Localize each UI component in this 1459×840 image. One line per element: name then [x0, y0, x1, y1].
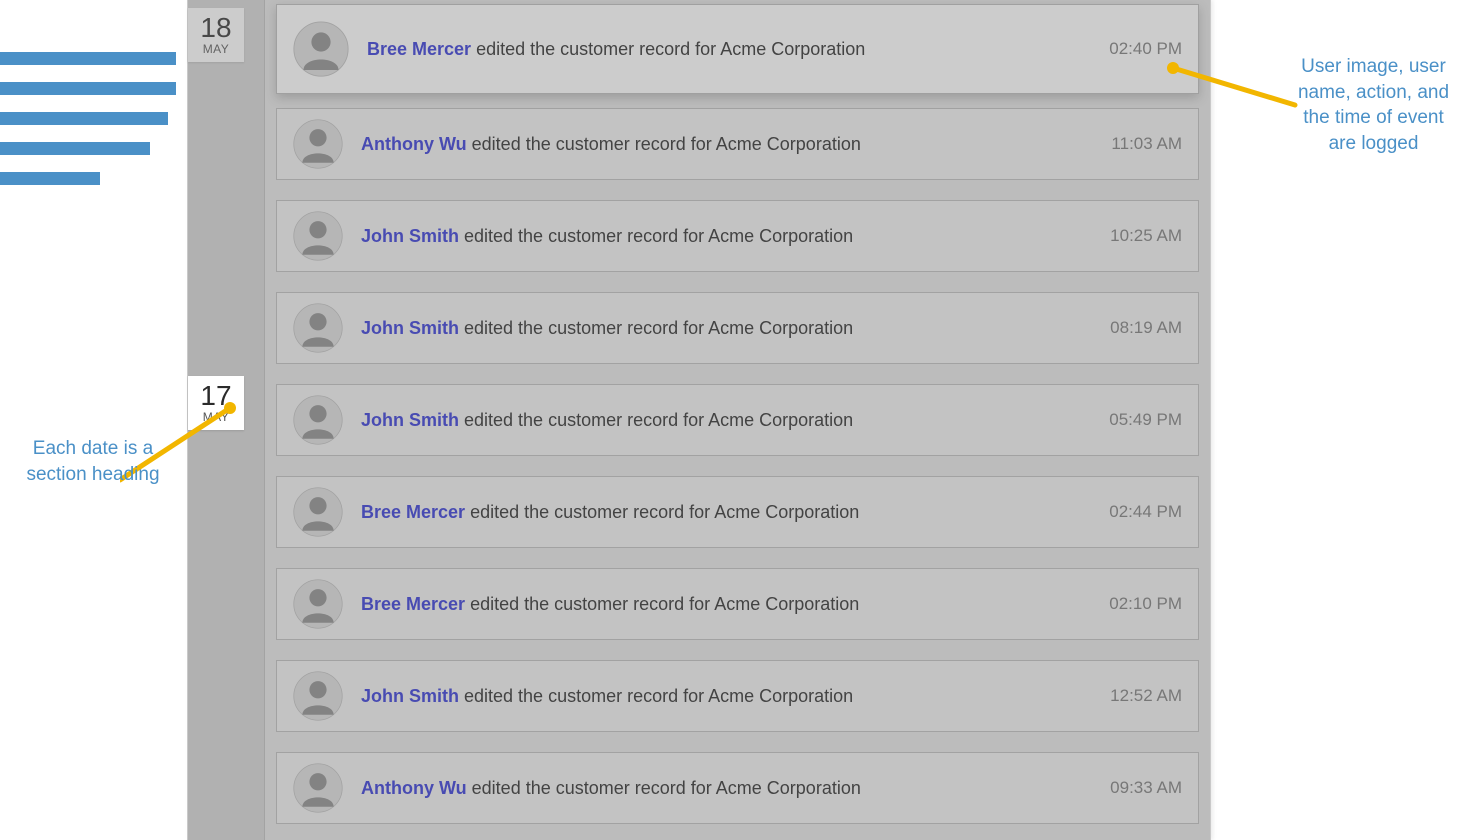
- activity-action: edited the customer record for Acme Corp…: [459, 318, 853, 338]
- activity-message: John Smith edited the customer record fo…: [361, 318, 1098, 339]
- activity-feed: Bree Mercer edited the customer record f…: [265, 0, 1210, 840]
- activity-message: Bree Mercer edited the customer record f…: [367, 39, 1097, 60]
- activity-message: Bree Mercer edited the customer record f…: [361, 594, 1097, 615]
- activity-message: John Smith edited the customer record fo…: [361, 686, 1098, 707]
- user-name-link[interactable]: Bree Mercer: [361, 502, 465, 522]
- activity-time: 08:19 AM: [1110, 318, 1182, 338]
- activity-action: edited the customer record for Acme Corp…: [467, 778, 861, 798]
- activity-action: edited the customer record for Acme Corp…: [459, 410, 853, 430]
- user-name-link[interactable]: John Smith: [361, 410, 459, 430]
- activity-action: edited the customer record for Acme Corp…: [471, 39, 865, 59]
- activity-time: 09:33 AM: [1110, 778, 1182, 798]
- annotation-entry-fields: User image, user name, action, and the t…: [1296, 54, 1451, 157]
- date-day: 18: [188, 8, 244, 42]
- user-name-link[interactable]: Bree Mercer: [361, 594, 465, 614]
- activity-time: 11:03 AM: [1111, 134, 1182, 154]
- avatar: [293, 119, 343, 169]
- activity-time: 02:40 PM: [1109, 39, 1182, 59]
- avatar: [293, 211, 343, 261]
- activity-action: edited the customer record for Acme Corp…: [467, 134, 861, 154]
- activity-entry[interactable]: Bree Mercer edited the customer record f…: [276, 4, 1199, 94]
- activity-time: 12:52 AM: [1110, 686, 1182, 706]
- avatar: [293, 579, 343, 629]
- date-heading: 17MAY: [188, 376, 244, 430]
- avatar: [293, 395, 343, 445]
- activity-time: 02:44 PM: [1109, 502, 1182, 522]
- activity-time: 02:10 PM: [1109, 594, 1182, 614]
- activity-action: edited the customer record for Acme Corp…: [465, 502, 859, 522]
- avatar: [293, 303, 343, 353]
- activity-message: Anthony Wu edited the customer record fo…: [361, 134, 1099, 155]
- avatar: [293, 21, 349, 77]
- user-name-link[interactable]: John Smith: [361, 226, 459, 246]
- decorative-left-bars: [0, 52, 176, 202]
- activity-time: 10:25 AM: [1110, 226, 1182, 246]
- activity-action: edited the customer record for Acme Corp…: [459, 226, 853, 246]
- avatar: [293, 671, 343, 721]
- date-heading: 18MAY: [188, 8, 244, 62]
- activity-message: Bree Mercer edited the customer record f…: [361, 502, 1097, 523]
- activity-action: edited the customer record for Acme Corp…: [459, 686, 853, 706]
- user-name-link[interactable]: Bree Mercer: [367, 39, 471, 59]
- avatar: [293, 763, 343, 813]
- activity-entry[interactable]: Bree Mercer edited the customer record f…: [276, 476, 1199, 548]
- activity-message: John Smith edited the customer record fo…: [361, 410, 1097, 431]
- user-name-link[interactable]: John Smith: [361, 318, 459, 338]
- activity-entry[interactable]: John Smith edited the customer record fo…: [276, 292, 1199, 364]
- activity-feed-panel: Bree Mercer edited the customer record f…: [187, 0, 1211, 840]
- annotation-date-section: Each date is a section heading: [8, 436, 178, 487]
- avatar: [293, 487, 343, 537]
- user-name-link[interactable]: Anthony Wu: [361, 778, 467, 798]
- user-name-link[interactable]: John Smith: [361, 686, 459, 706]
- activity-action: edited the customer record for Acme Corp…: [465, 594, 859, 614]
- activity-entry[interactable]: Bree Mercer edited the customer record f…: [276, 568, 1199, 640]
- activity-entry[interactable]: Anthony Wu edited the customer record fo…: [276, 108, 1199, 180]
- activity-entry[interactable]: John Smith edited the customer record fo…: [276, 660, 1199, 732]
- activity-entry[interactable]: John Smith edited the customer record fo…: [276, 200, 1199, 272]
- user-name-link[interactable]: Anthony Wu: [361, 134, 467, 154]
- activity-message: John Smith edited the customer record fo…: [361, 226, 1098, 247]
- date-day: 17: [188, 376, 244, 410]
- date-month: MAY: [188, 410, 244, 430]
- date-month: MAY: [188, 42, 244, 62]
- activity-time: 05:49 PM: [1109, 410, 1182, 430]
- activity-entry[interactable]: Anthony Wu edited the customer record fo…: [276, 752, 1199, 824]
- activity-entry[interactable]: John Smith edited the customer record fo…: [276, 384, 1199, 456]
- activity-message: Anthony Wu edited the customer record fo…: [361, 778, 1098, 799]
